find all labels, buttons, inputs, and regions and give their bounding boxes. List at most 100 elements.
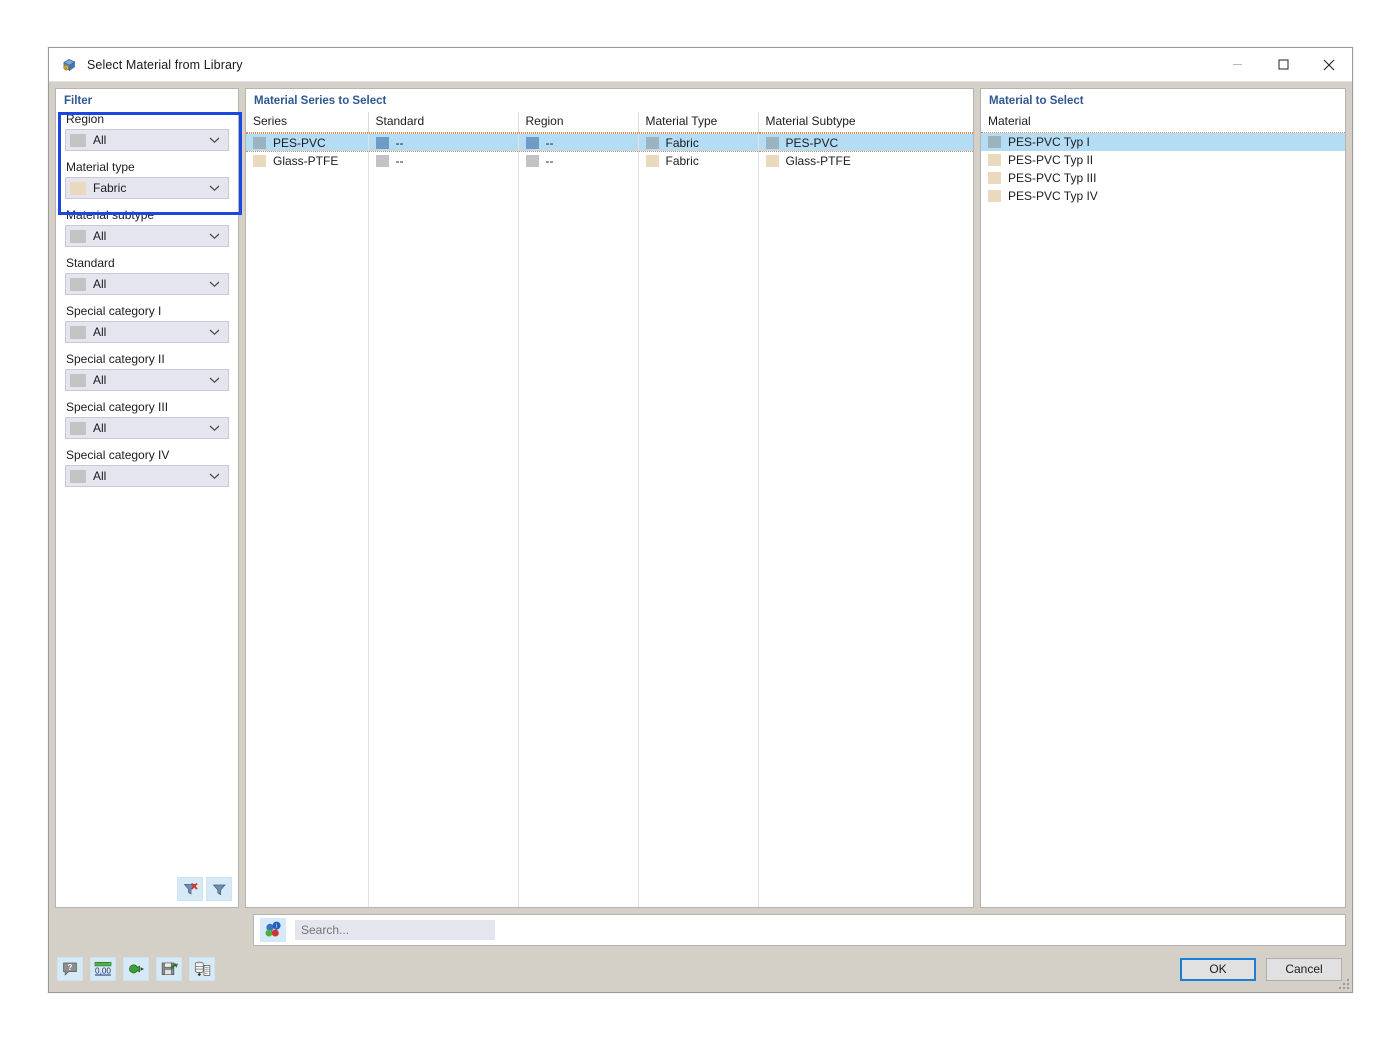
- table-cell: --: [518, 133, 639, 152]
- search-input[interactable]: [295, 920, 495, 940]
- table-cell: --: [518, 151, 639, 170]
- apply-filter-button[interactable]: [206, 877, 232, 901]
- filter-value: All: [93, 325, 107, 339]
- cell-text: Glass-PTFE: [785, 153, 851, 168]
- chevron-down-icon[interactable]: [207, 232, 221, 240]
- color-swatch: [70, 373, 86, 387]
- list-item[interactable]: PES-PVC Typ II: [981, 151, 1345, 169]
- color-swatch: [253, 136, 266, 149]
- filter-group: Special category III All: [65, 400, 229, 439]
- color-swatch: [70, 421, 86, 435]
- filter-buttons: [56, 872, 238, 907]
- chevron-down-icon[interactable]: [207, 376, 221, 384]
- table-cell: PES-PVC: [758, 133, 973, 152]
- color-swatch: [765, 136, 779, 149]
- list-item[interactable]: PES-PVC Typ I: [981, 133, 1345, 151]
- color-balls-info-icon[interactable]: i: [260, 918, 286, 942]
- import-button[interactable]: [123, 957, 149, 981]
- list-item[interactable]: PES-PVC Typ IV: [981, 187, 1345, 205]
- search-bar: i: [253, 914, 1346, 946]
- column-header[interactable]: Standard: [368, 112, 519, 133]
- color-swatch: [525, 154, 539, 167]
- filter-value: All: [93, 469, 107, 483]
- material-name: PES-PVC Typ II: [1008, 153, 1094, 167]
- info-button[interactable]: ?: [57, 957, 83, 981]
- material-panel-caption: Material to Select: [981, 89, 1345, 112]
- table-cell: Glass-PTFE: [758, 152, 973, 170]
- column-header[interactable]: Material Subtype: [758, 112, 973, 133]
- title-bar[interactable]: 6 Select Material from Library: [49, 48, 1352, 82]
- filter-combobox[interactable]: All: [65, 321, 229, 343]
- material-name: PES-PVC Typ III: [1008, 171, 1097, 185]
- filter-group: Special category II All: [65, 352, 229, 391]
- table-row[interactable]: PES-PVC -- -- Fabric PES-PVC: [246, 133, 973, 152]
- panels-row: Filter Region All Material type Fabric Mater…: [55, 88, 1346, 908]
- filter-panel-caption: Filter: [56, 89, 238, 112]
- filter-combobox[interactable]: All: [65, 417, 229, 439]
- maximize-button[interactable]: [1260, 48, 1306, 82]
- minimize-button[interactable]: [1214, 48, 1260, 82]
- column-header[interactable]: Series: [246, 112, 369, 133]
- cell-text: Glass-PTFE: [273, 153, 339, 168]
- cell-text: --: [545, 135, 554, 150]
- list-item[interactable]: PES-PVC Typ III: [981, 169, 1345, 187]
- units-button[interactable]: 0,00: [90, 957, 116, 981]
- material-list[interactable]: PES-PVC Typ I PES-PVC Typ II PES-PVC Typ I…: [981, 133, 1345, 907]
- table-cell: Fabric: [638, 151, 759, 170]
- material-column-header: Material: [981, 112, 1345, 133]
- color-swatch: [988, 154, 1001, 166]
- filter-combobox[interactable]: Fabric: [65, 177, 229, 199]
- color-swatch: [765, 154, 779, 167]
- filter-value: All: [93, 229, 107, 243]
- select-material-dialog: 6 Select Material from Library Filter Re…: [48, 47, 1353, 993]
- filter-combobox[interactable]: All: [65, 129, 229, 151]
- table-row[interactable]: Glass-PTFE -- -- Fabric Glass-PTFE: [246, 151, 973, 170]
- chevron-down-icon[interactable]: [207, 472, 221, 480]
- series-table-body-area: PES-PVC -- -- Fabric PES-PVC Glass-PTFE -- -- Fa…: [246, 133, 973, 907]
- color-swatch: [988, 172, 1001, 184]
- chevron-down-icon[interactable]: [207, 328, 221, 336]
- filter-value: All: [93, 373, 107, 387]
- color-swatch: [375, 154, 389, 167]
- cancel-button[interactable]: Cancel: [1266, 957, 1342, 981]
- filter-group: Special category IV All: [65, 448, 229, 487]
- svg-text:6: 6: [65, 66, 67, 70]
- cell-text: PES-PVC: [273, 135, 326, 150]
- save-library-button[interactable]: [156, 957, 182, 981]
- table-cell: Glass-PTFE: [246, 151, 369, 170]
- series-table[interactable]: PES-PVC -- -- Fabric PES-PVC Glass-PTFE -- -- Fa…: [246, 133, 973, 170]
- cell-text: Fabric: [665, 153, 699, 168]
- close-button[interactable]: [1306, 48, 1352, 82]
- database-export-button[interactable]: [189, 957, 215, 981]
- material-series-panel: Material Series to Select Series Standard…: [245, 88, 974, 908]
- dialog-footer: ? 0,00 OK Cancel: [49, 946, 1352, 992]
- column-header[interactable]: Material Type: [638, 112, 759, 133]
- material-name: PES-PVC Typ IV: [1008, 189, 1098, 203]
- color-swatch: [70, 277, 86, 291]
- chevron-down-icon[interactable]: [207, 184, 221, 192]
- filter-label: Special category II: [66, 352, 165, 366]
- filter-combobox[interactable]: All: [65, 273, 229, 295]
- cell-text: --: [545, 153, 554, 168]
- ok-button[interactable]: OK: [1180, 957, 1256, 981]
- filter-label: Material subtype: [66, 208, 155, 222]
- resize-grip[interactable]: [1337, 977, 1349, 989]
- chevron-down-icon[interactable]: [207, 424, 221, 432]
- series-header-row: Series Standard Region Material Type Materia…: [246, 112, 973, 133]
- filter-group: Standard All: [65, 256, 229, 295]
- filter-combobox[interactable]: All: [65, 369, 229, 391]
- column-header[interactable]: Region: [518, 112, 639, 133]
- filter-label: Special category III: [66, 400, 169, 414]
- filter-value: All: [93, 277, 107, 291]
- filter-label: Special category I: [66, 304, 162, 318]
- filter-value: All: [93, 421, 107, 435]
- filter-combobox[interactable]: All: [65, 225, 229, 247]
- chevron-down-icon[interactable]: [207, 280, 221, 288]
- filter-combobox[interactable]: All: [65, 465, 229, 487]
- reset-filter-button[interactable]: [177, 877, 203, 901]
- material-panel: Material to Select Material PES-PVC Typ …: [980, 88, 1346, 908]
- chevron-down-icon[interactable]: [207, 136, 221, 144]
- filter-group: Material subtype All: [65, 208, 229, 247]
- svg-text:0,00: 0,00: [95, 966, 111, 975]
- filter-value: All: [93, 133, 107, 147]
